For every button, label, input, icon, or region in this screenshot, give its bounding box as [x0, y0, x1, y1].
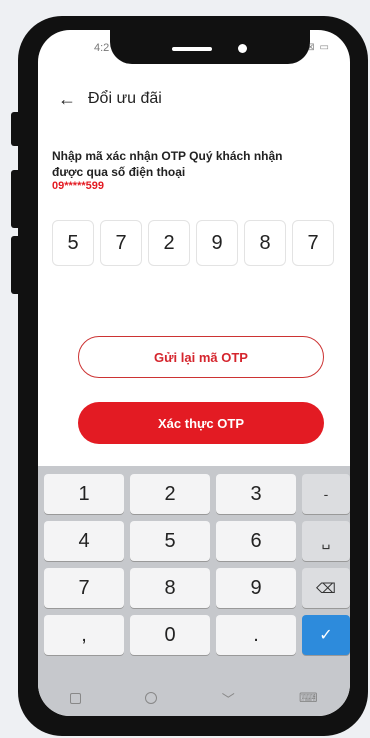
- backspace-key[interactable]: ⌫: [302, 568, 350, 608]
- key-5[interactable]: 5: [130, 521, 210, 561]
- otp-digit-3[interactable]: 2: [148, 220, 190, 266]
- otp-digit-5[interactable]: 8: [244, 220, 286, 266]
- key-8[interactable]: 8: [130, 568, 210, 608]
- otp-input-row: 5 7 2 9 8 7: [52, 220, 334, 266]
- home-icon[interactable]: [145, 692, 158, 704]
- verify-otp-button[interactable]: Xác thực OTP: [78, 402, 324, 444]
- key-2[interactable]: 2: [130, 474, 210, 514]
- done-key[interactable]: ✓: [302, 615, 350, 655]
- otp-digit-2[interactable]: 7: [100, 220, 142, 266]
- key-period[interactable]: .: [216, 615, 296, 655]
- otp-digit-1[interactable]: 5: [52, 220, 94, 266]
- key-space[interactable]: ␣: [302, 521, 350, 561]
- system-nav-bar: ﹀ ⌨: [38, 680, 350, 716]
- key-9[interactable]: 9: [216, 568, 296, 608]
- key-1[interactable]: 1: [44, 474, 124, 514]
- notch: [110, 30, 310, 64]
- resend-otp-button[interactable]: Gửi lại mã OTP: [78, 336, 324, 378]
- speaker: [172, 47, 212, 51]
- key-0[interactable]: 0: [130, 615, 210, 655]
- key-6[interactable]: 6: [216, 521, 296, 561]
- key-comma[interactable]: ,: [44, 615, 124, 655]
- otp-digit-6[interactable]: 7: [292, 220, 334, 266]
- page-title: Đổi ưu đãi: [88, 90, 162, 107]
- chevron-down-icon[interactable]: ﹀: [222, 689, 235, 708]
- numeric-keyboard: 1 2 3 - 4 5 6 ␣ 7 8 9 ⌫ , 0 . ✓ ﹀ ⌨: [38, 466, 350, 716]
- back-arrow-icon[interactable]: ←: [58, 89, 84, 110]
- key-3[interactable]: 3: [216, 474, 296, 514]
- side-button-mute: [11, 112, 20, 146]
- recents-icon[interactable]: [70, 692, 82, 704]
- otp-digit-4[interactable]: 9: [196, 220, 238, 266]
- otp-instruction: Nhập mã xác nhận OTP Quý khách nhận được…: [52, 149, 283, 179]
- keyboard-icon[interactable]: ⌨: [299, 690, 318, 706]
- key-7[interactable]: 7: [44, 568, 124, 608]
- key-4[interactable]: 4: [44, 521, 124, 561]
- side-button-volume-up: [11, 170, 20, 228]
- camera: [238, 44, 247, 53]
- phone-screen: 4:2 ıl ⊜ ⊠ ▭ ← Đổi ưu đãi Nhập mã xác nh…: [38, 30, 350, 716]
- phone-number: 09*****599: [52, 180, 104, 192]
- app-header: ← Đổi ưu đãi: [58, 88, 162, 110]
- key-minus[interactable]: -: [302, 474, 350, 514]
- status-time: 4:2: [94, 42, 110, 54]
- side-button-volume-down: [11, 236, 20, 294]
